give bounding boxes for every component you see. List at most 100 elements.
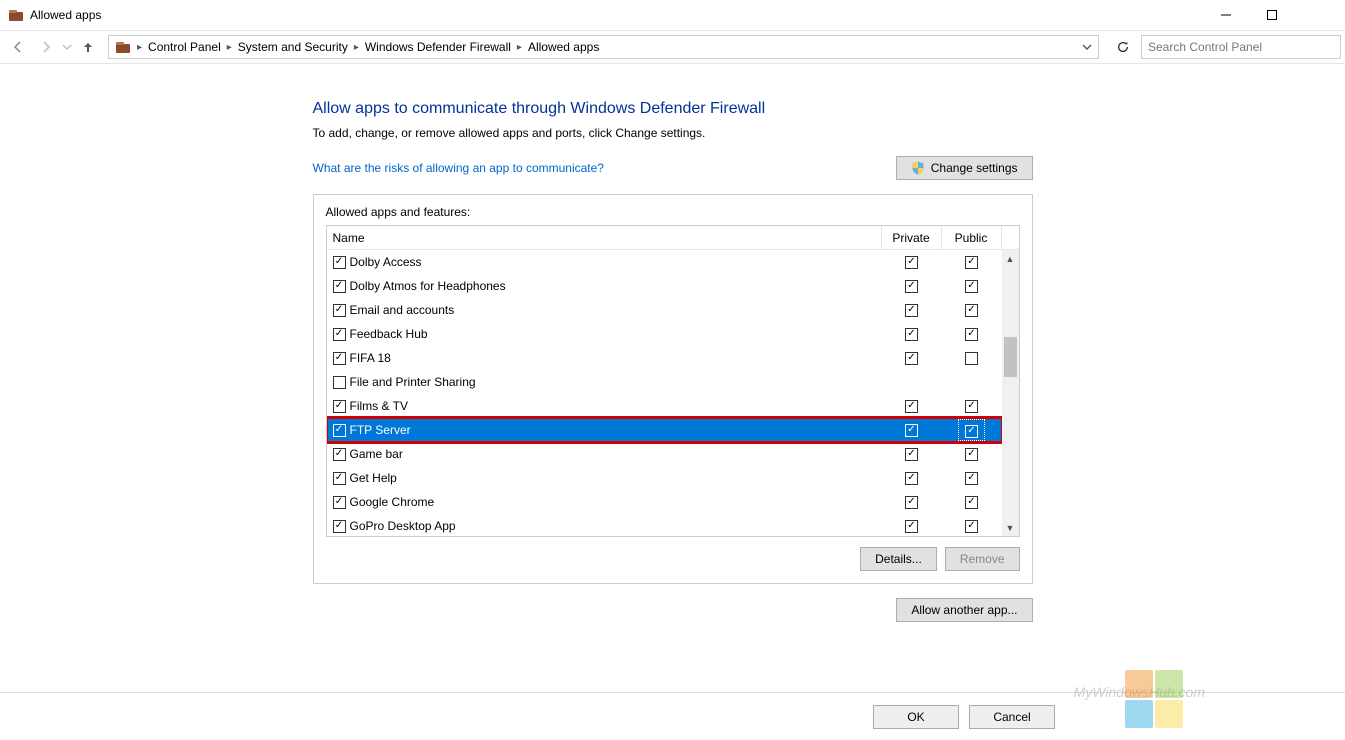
breadcrumb-item[interactable]: Windows Defender Firewall [361,40,515,54]
maximize-button[interactable] [1249,0,1295,30]
checkbox[interactable]: ✓ [333,280,346,293]
checkbox[interactable]: ✓ [965,520,978,533]
public-cell[interactable]: ✓ [942,520,1002,533]
scroll-up-button[interactable]: ▲ [1002,250,1019,267]
checkbox[interactable]: ✓ [333,448,346,461]
public-cell[interactable]: ✓ [942,422,1002,438]
chevron-right-icon[interactable]: ▸ [352,42,361,53]
public-cell[interactable]: ✓ [942,496,1002,509]
checkbox[interactable]: ✓ [965,425,978,438]
app-row[interactable]: ✓FTP Server✓✓ [327,418,1002,442]
checkbox[interactable]: ✓ [905,448,918,461]
app-row[interactable]: ✓Dolby Atmos for Headphones✓✓ [327,274,1002,298]
checkbox[interactable]: ✓ [333,472,346,485]
public-cell[interactable]: ✓ [942,448,1002,461]
app-row[interactable]: ✓Feedback Hub✓✓ [327,322,1002,346]
checkbox[interactable]: ✓ [965,472,978,485]
address-dropdown-button[interactable] [1078,36,1096,58]
column-name[interactable]: Name [327,226,882,249]
app-row[interactable]: ✓Google Chrome✓✓ [327,490,1002,514]
public-cell[interactable]: ✓ [942,256,1002,269]
recent-locations-button[interactable] [60,33,74,61]
checkbox[interactable]: ✓ [905,424,918,437]
scroll-thumb[interactable] [1004,337,1017,377]
risks-link[interactable]: What are the risks of allowing an app to… [313,161,604,175]
app-row[interactable]: ✓Films & TV✓✓ [327,394,1002,418]
app-row[interactable]: ✓Game bar✓✓ [327,442,1002,466]
checkbox[interactable]: ✓ [905,400,918,413]
checkbox[interactable]: ✓ [965,328,978,341]
checkbox[interactable] [333,376,346,389]
private-cell[interactable]: ✓ [882,352,942,365]
checkbox[interactable]: ✓ [333,424,346,437]
address-bar[interactable]: ▸ Control Panel ▸ System and Security ▸ … [108,35,1099,59]
private-cell[interactable]: ✓ [882,328,942,341]
remove-button[interactable]: Remove [945,547,1020,571]
allow-another-app-button[interactable]: Allow another app... [896,598,1032,622]
checkbox[interactable]: ✓ [333,352,346,365]
public-cell[interactable]: ✓ [942,304,1002,317]
search-input[interactable]: Search Control Panel [1141,35,1341,59]
scroll-down-button[interactable]: ▼ [1002,519,1019,536]
chevron-right-icon[interactable]: ▸ [515,42,524,53]
private-cell[interactable]: ✓ [882,424,942,437]
chevron-right-icon[interactable]: ▸ [225,42,234,53]
details-button[interactable]: Details... [860,547,937,571]
app-row[interactable]: ✓Get Help✓✓ [327,466,1002,490]
public-cell[interactable] [942,352,1002,365]
checkbox[interactable]: ✓ [965,256,978,269]
back-button[interactable] [4,33,32,61]
checkbox[interactable]: ✓ [905,280,918,293]
forward-button[interactable] [32,33,60,61]
public-cell[interactable]: ✓ [942,280,1002,293]
checkbox[interactable]: ✓ [905,496,918,509]
chevron-right-icon[interactable]: ▸ [135,42,144,53]
checkbox[interactable]: ✓ [333,256,346,269]
column-private[interactable]: Private [882,226,942,249]
breadcrumb-item[interactable]: Allowed apps [524,40,603,54]
up-button[interactable] [74,33,102,61]
checkbox[interactable]: ✓ [333,304,346,317]
public-cell[interactable]: ✓ [942,400,1002,413]
app-row[interactable]: ✓Dolby Access✓✓ [327,250,1002,274]
checkbox[interactable]: ✓ [965,448,978,461]
private-cell[interactable]: ✓ [882,400,942,413]
checkbox[interactable]: ✓ [333,328,346,341]
app-row[interactable]: File and Printer Sharing [327,370,1002,394]
private-cell[interactable]: ✓ [882,304,942,317]
ok-button[interactable]: OK [873,705,959,729]
checkbox[interactable]: ✓ [333,496,346,509]
app-row[interactable]: ✓Email and accounts✓✓ [327,298,1002,322]
public-cell[interactable]: ✓ [942,328,1002,341]
private-cell[interactable]: ✓ [882,280,942,293]
private-cell[interactable]: ✓ [882,448,942,461]
private-cell[interactable]: ✓ [882,256,942,269]
checkbox[interactable]: ✓ [905,520,918,533]
checkbox[interactable]: ✓ [905,328,918,341]
scrollbar[interactable]: ▲ ▼ [1002,250,1019,536]
app-row[interactable]: ✓GoPro Desktop App✓✓ [327,514,1002,536]
minimize-button[interactable] [1203,0,1249,30]
checkbox[interactable]: ✓ [905,352,918,365]
breadcrumb-item[interactable]: System and Security [234,40,352,54]
checkbox[interactable]: ✓ [905,256,918,269]
checkbox[interactable]: ✓ [905,304,918,317]
checkbox[interactable]: ✓ [965,496,978,509]
private-cell[interactable]: ✓ [882,496,942,509]
cancel-button[interactable]: Cancel [969,705,1055,729]
app-row[interactable]: ✓FIFA 18✓ [327,346,1002,370]
checkbox[interactable]: ✓ [905,472,918,485]
private-cell[interactable]: ✓ [882,472,942,485]
checkbox[interactable]: ✓ [965,280,978,293]
scroll-track[interactable] [1002,267,1019,519]
public-cell[interactable]: ✓ [942,472,1002,485]
change-settings-button[interactable]: Change settings [896,156,1033,180]
column-public[interactable]: Public [942,226,1002,249]
refresh-button[interactable] [1111,35,1135,59]
checkbox[interactable]: ✓ [333,520,346,533]
checkbox[interactable] [965,352,978,365]
private-cell[interactable]: ✓ [882,520,942,533]
checkbox[interactable]: ✓ [333,400,346,413]
checkbox[interactable]: ✓ [965,304,978,317]
breadcrumb-item[interactable]: Control Panel [144,40,225,54]
